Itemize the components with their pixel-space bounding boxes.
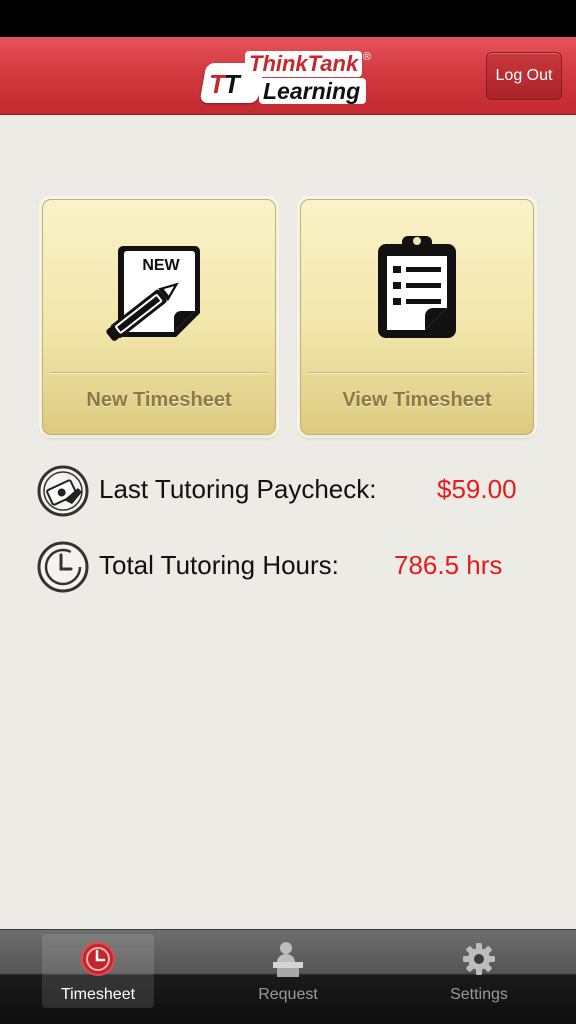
new-document-pencil-icon: NEW [106, 246, 200, 341]
tab-bar: Timesheet Request Settings [0, 929, 576, 1024]
hours-row: Total Tutoring Hours: 786.5 hrs [36, 540, 556, 594]
tab-settings[interactable]: Settings [423, 934, 535, 1008]
hours-value: 786.5 hrs [394, 550, 503, 580]
tab-request-label: Request [258, 986, 318, 1003]
tab-timesheet-label: Timesheet [60, 986, 136, 1003]
paycheck-row: Last Tutoring Paycheck: $59.00 [36, 464, 556, 518]
gear-icon [463, 943, 495, 975]
clock-icon [81, 942, 115, 976]
new-badge-text: NEW [142, 257, 180, 274]
status-bar [0, 0, 576, 37]
thinktank-logo: TT ThinkTank ® Learning [199, 51, 375, 105]
tile-divider [50, 372, 268, 373]
hours-label: Total Tutoring Hours: [99, 550, 339, 580]
tab-settings-label: Settings [450, 986, 508, 1003]
clipboard-list-icon [378, 236, 456, 338]
log-out-button[interactable]: Log Out [486, 52, 562, 100]
view-timesheet-button[interactable]: View Timesheet [300, 199, 534, 435]
paycheck-label: Last Tutoring Paycheck: [99, 474, 377, 504]
tile-divider [308, 372, 526, 373]
tab-timesheet[interactable]: Timesheet [42, 934, 154, 1008]
person-desk-icon [273, 942, 303, 977]
app-header: TT ThinkTank ® Learning Log Out [0, 37, 576, 115]
tab-request[interactable]: Request [232, 934, 344, 1008]
money-hand-icon [37, 465, 89, 517]
view-timesheet-label: View Timesheet [342, 389, 492, 411]
new-timesheet-label: New Timesheet [86, 389, 232, 411]
paycheck-value: $59.00 [437, 474, 517, 504]
clock-icon [37, 541, 89, 593]
new-timesheet-button[interactable]: NEW New Timesheet [42, 199, 276, 435]
